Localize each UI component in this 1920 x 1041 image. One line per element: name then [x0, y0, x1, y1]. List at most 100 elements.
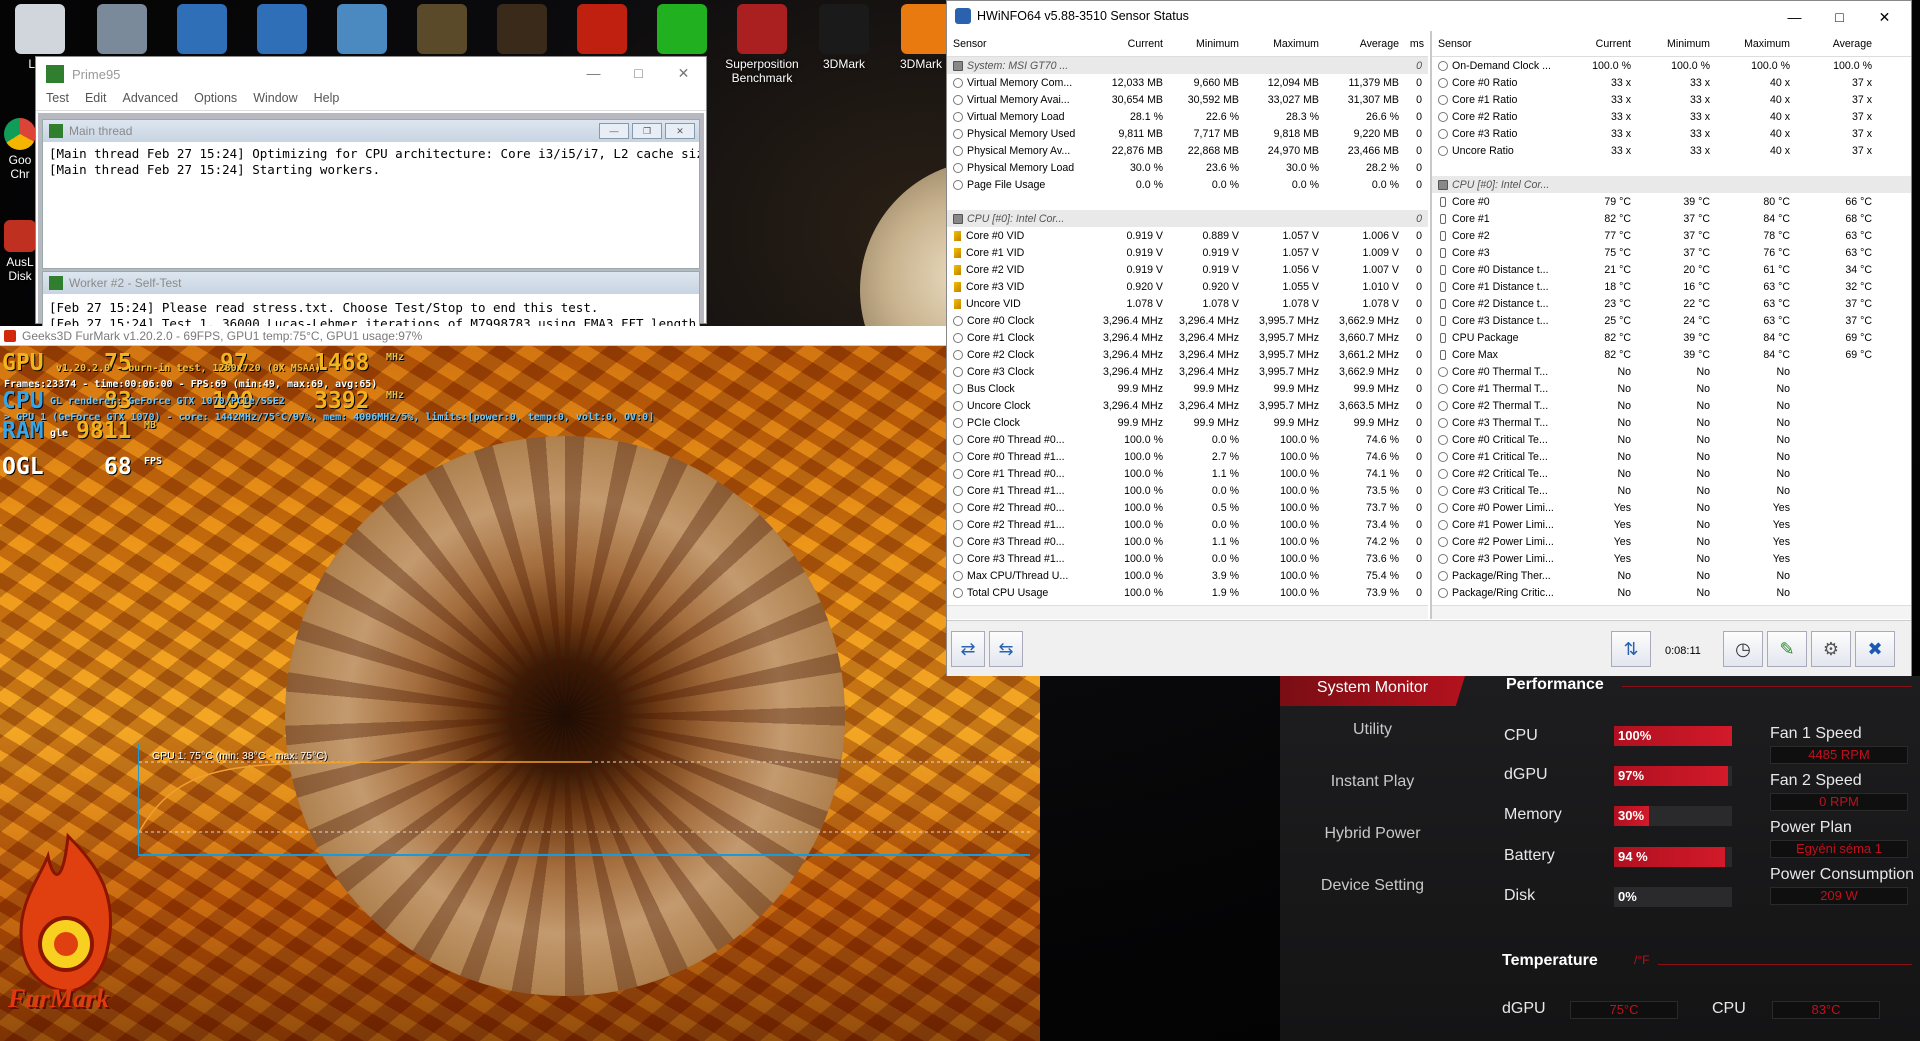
- column-header-current[interactable]: Current: [1553, 38, 1637, 50]
- sensor-row[interactable]: Core #0 Clock 3,296.4 MHz 3,296.4 MHz 3,995…: [947, 312, 1428, 329]
- sensor-row[interactable]: Core #2 Power Limi... Yes No Yes: [1432, 533, 1911, 550]
- sensor-row[interactable]: Uncore Clock 3,296.4 MHz 3,296.4 MHz 3,995.…: [947, 397, 1428, 414]
- column-header-sensor[interactable]: Sensor: [1432, 38, 1553, 50]
- sensor-row[interactable]: Core #2 Thermal T... No No No: [1432, 397, 1911, 414]
- column-header-maximum[interactable]: Maximum: [1716, 38, 1796, 50]
- horizontal-scrollbar[interactable]: [1432, 605, 1911, 619]
- sensor-row[interactable]: Core #1 Ratio 33 x 33 x 40 x 37 x: [1432, 91, 1911, 108]
- desktop-icon[interactable]: [564, 4, 640, 57]
- desktop-icon-disk[interactable]: AusL Disk: [0, 220, 40, 283]
- nav-hybrid-power[interactable]: Hybrid Power: [1280, 825, 1465, 843]
- sensor-row[interactable]: Package/Ring Ther... No No No: [1432, 567, 1911, 584]
- sensor-row[interactable]: Core #3 Clock 3,296.4 MHz 3,296.4 MHz 3,995…: [947, 363, 1428, 380]
- sensor-row[interactable]: Core #0 Ratio 33 x 33 x 40 x 37 x: [1432, 74, 1911, 91]
- clock-button[interactable]: ◷: [1723, 631, 1763, 667]
- desktop-icon[interactable]: [164, 4, 240, 57]
- sensor-row[interactable]: Core #0 Thread #1... 100.0 % 2.7 % 100.0 % 7…: [947, 448, 1428, 465]
- child-minimize-button[interactable]: —: [599, 123, 629, 139]
- sensor-row[interactable]: Core Max 82 °C 39 °C 84 °C 69 °C: [1432, 346, 1911, 363]
- column-header-minimum[interactable]: Minimum: [1169, 38, 1245, 50]
- sensor-row[interactable]: Core #0 VID 0.919 V 0.889 V 1.057 V 1.006 V 0: [947, 227, 1428, 244]
- temp-unit-toggle[interactable]: /°F: [1634, 953, 1649, 967]
- sensor-row[interactable]: Core #0 Thermal T... No No No: [1432, 363, 1911, 380]
- minimize-button[interactable]: —: [1772, 1, 1817, 33]
- desktop-icon[interactable]: [324, 4, 400, 57]
- sensor-row[interactable]: Core #2 Critical Te... No No No: [1432, 465, 1911, 482]
- desktop-icon[interactable]: [484, 4, 560, 57]
- sensor-row[interactable]: Core #2 Distance t... 23 °C 22 °C 63 °C 37 °…: [1432, 295, 1911, 312]
- sensor-row[interactable]: Core #1 Power Limi... Yes No Yes: [1432, 516, 1911, 533]
- sensor-row[interactable]: Package/Ring Critic... No No No: [1432, 584, 1911, 601]
- child-close-button[interactable]: ✕: [665, 123, 695, 139]
- sensor-row[interactable]: Max CPU/Thread U... 100.0 % 3.9 % 100.0 % 75…: [947, 567, 1428, 584]
- sensor-row[interactable]: Virtual Memory Com... 12,033 MB 9,660 MB 12…: [947, 74, 1428, 91]
- sensor-row[interactable]: Core #0 Critical Te... No No No: [1432, 431, 1911, 448]
- sensor-row[interactable]: Uncore VID 1.078 V 1.078 V 1.078 V 1.078 V 0: [947, 295, 1428, 312]
- sensor-row[interactable]: Core #3 VID 0.920 V 0.920 V 1.055 V 1.010 V 0: [947, 278, 1428, 295]
- desktop-icon-chrome[interactable]: Goo Chr: [0, 118, 40, 181]
- sensor-row[interactable]: Core #1 Critical Te... No No No: [1432, 448, 1911, 465]
- menu-help[interactable]: Help: [314, 91, 340, 110]
- maximize-button[interactable]: □: [616, 57, 661, 89]
- column-header-maximum[interactable]: Maximum: [1245, 38, 1325, 50]
- close-button[interactable]: ✕: [661, 57, 706, 89]
- sensor-row[interactable]: Page File Usage 0.0 % 0.0 % 0.0 % 0.0 % 0: [947, 176, 1428, 193]
- menu-options[interactable]: Options: [194, 91, 237, 110]
- sensor-row[interactable]: On-Demand Clock ... 100.0 % 100.0 % 100.0 %…: [1432, 57, 1911, 74]
- nav-instant-play[interactable]: Instant Play: [1280, 773, 1465, 791]
- logging-button[interactable]: ✎: [1767, 631, 1807, 667]
- desktop-icon[interactable]: [404, 4, 480, 57]
- sensor-row[interactable]: Core #0 Power Limi... Yes No Yes: [1432, 499, 1911, 516]
- desktop-icon[interactable]: [244, 4, 320, 57]
- sensor-row[interactable]: Physical Memory Load 30.0 % 23.6 % 30.0 % 28…: [947, 159, 1428, 176]
- minimize-button[interactable]: —: [571, 57, 616, 89]
- column-header-average[interactable]: Average: [1325, 38, 1405, 50]
- sensor-row[interactable]: Uncore Ratio 33 x 33 x 40 x 37 x: [1432, 142, 1911, 159]
- sensor-row[interactable]: Physical Memory Used 9,811 MB 7,717 MB 9,81…: [947, 125, 1428, 142]
- worker-titlebar[interactable]: Worker #2 - Self-Test: [43, 272, 699, 294]
- sensor-row[interactable]: Core #2 77 °C 37 °C 78 °C 63 °C: [1432, 227, 1911, 244]
- sensor-row[interactable]: Core #3 Thread #0... 100.0 % 1.1 % 100.0 % 7…: [947, 533, 1428, 550]
- nav-device-setting[interactable]: Device Setting: [1280, 877, 1465, 895]
- sensor-row[interactable]: Core #2 Ratio 33 x 33 x 40 x 37 x: [1432, 108, 1911, 125]
- sensor-row[interactable]: Core #3 Thread #1... 100.0 % 0.0 % 100.0 % 7…: [947, 550, 1428, 567]
- desktop-icon[interactable]: [644, 4, 720, 57]
- desktop-icon[interactable]: 3DMark: [806, 4, 882, 71]
- sensor-row[interactable]: Core #1 Thermal T... No No No: [1432, 380, 1911, 397]
- sensor-row[interactable]: Core #3 Distance t... 25 °C 24 °C 63 °C 37 °…: [1432, 312, 1911, 329]
- nav-utility[interactable]: Utility: [1280, 721, 1465, 739]
- nav-system-monitor[interactable]: System Monitor: [1280, 676, 1465, 706]
- sensor-row[interactable]: Core #1 Clock 3,296.4 MHz 3,296.4 MHz 3,995…: [947, 329, 1428, 346]
- sensor-group-row[interactable]: System: MSI GT70 ... 0: [947, 57, 1428, 74]
- menu-edit[interactable]: Edit: [85, 91, 107, 110]
- horizontal-scrollbar[interactable]: [947, 605, 1428, 619]
- sensor-row[interactable]: Core #1 Thread #0... 100.0 % 1.1 % 100.0 % 7…: [947, 465, 1428, 482]
- sensor-row[interactable]: Core #1 Distance t... 18 °C 16 °C 63 °C 32 °…: [1432, 278, 1911, 295]
- close-button[interactable]: ✕: [1862, 1, 1907, 33]
- menu-advanced[interactable]: Advanced: [122, 91, 178, 110]
- sensor-row[interactable]: Physical Memory Av... 22,876 MB 22,868 MB 2…: [947, 142, 1428, 159]
- column-header-sensor[interactable]: Sensor: [947, 38, 1083, 50]
- sensor-row[interactable]: Core #0 79 °C 39 °C 80 °C 66 °C: [1432, 193, 1911, 210]
- sensor-row[interactable]: Core #3 Ratio 33 x 33 x 40 x 37 x: [1432, 125, 1911, 142]
- column-header-ms[interactable]: ms: [1405, 38, 1428, 50]
- sensor-row[interactable]: Core #1 VID 0.919 V 0.919 V 1.057 V 1.009 V 0: [947, 244, 1428, 261]
- child-restore-button[interactable]: ❐: [632, 123, 662, 139]
- navigate-right-button[interactable]: ⇆: [989, 631, 1023, 667]
- sensor-row[interactable]: Bus Clock 99.9 MHz 99.9 MHz 99.9 MHz 99.9 MH…: [947, 380, 1428, 397]
- sensor-row[interactable]: Core #3 Power Limi... Yes No Yes: [1432, 550, 1911, 567]
- desktop-icon[interactable]: Superposition Benchmark: [724, 4, 800, 85]
- column-header-current[interactable]: Current: [1083, 38, 1169, 50]
- menu-test[interactable]: Test: [46, 91, 69, 110]
- sensor-row[interactable]: Core #2 VID 0.919 V 0.919 V 1.056 V 1.007 V 0: [947, 261, 1428, 278]
- furmark-titlebar[interactable]: Geeks3D FurMark v1.20.2.0 - 69FPS, GPU1 …: [0, 326, 1040, 346]
- close-sensors-button[interactable]: ✖: [1855, 631, 1895, 667]
- sensor-row[interactable]: Core #1 Thread #1... 100.0 % 0.0 % 100.0 % 7…: [947, 482, 1428, 499]
- sensor-row[interactable]: Core #2 Thread #1... 100.0 % 0.0 % 100.0 % 7…: [947, 516, 1428, 533]
- sensor-row[interactable]: PCIe Clock 99.9 MHz 99.9 MHz 99.9 MHz 99.9 M…: [947, 414, 1428, 431]
- column-header-minimum[interactable]: Minimum: [1637, 38, 1716, 50]
- maximize-button[interactable]: □: [1817, 1, 1862, 33]
- column-header-average[interactable]: Average: [1796, 38, 1878, 50]
- settings-button[interactable]: ⚙: [1811, 631, 1851, 667]
- sensor-row[interactable]: Core #2 Clock 3,296.4 MHz 3,296.4 MHz 3,995…: [947, 346, 1428, 363]
